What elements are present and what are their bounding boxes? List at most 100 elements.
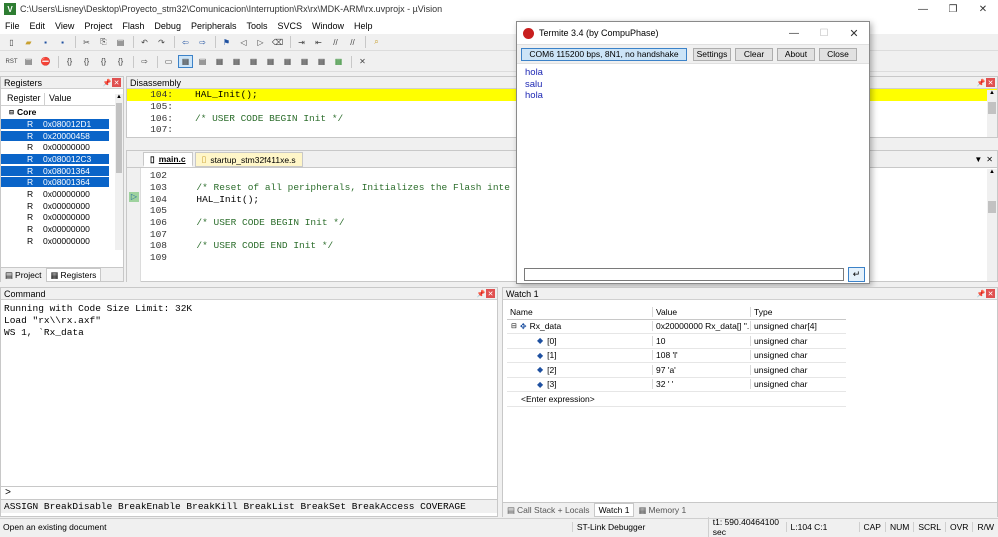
tab-memory-1[interactable]: ▦ Memory 1 [634,503,691,517]
close-panel-icon[interactable]: ✕ [486,289,495,298]
call-stack-window-icon[interactable]: ▦ [229,55,244,68]
close-panel-icon[interactable]: ✕ [986,78,995,87]
step-over-icon[interactable]: {} [79,55,94,68]
nav-forward-icon[interactable]: ⇨ [195,36,210,49]
scroll-thumb[interactable] [988,102,996,114]
termite-close-window-button[interactable]: ✕ [839,27,869,40]
editor-scrollbar[interactable]: ▲ [987,169,997,281]
step-out-icon[interactable]: {} [96,55,111,68]
clear-bookmarks-icon[interactable]: ⌫ [270,36,285,49]
scroll-up-icon[interactable]: ▲ [987,169,997,175]
menu-edit[interactable]: Edit [25,21,51,31]
register-value[interactable]: 0x00000000 [41,224,109,234]
registers-scrollbar[interactable]: ▲ [115,94,123,250]
close-panel-icon[interactable]: ✕ [986,289,995,298]
tab-registers[interactable]: ▦ Registers [45,268,102,282]
register-row[interactable]: R 0x08001364 [1,165,123,177]
reset-icon[interactable]: RST [4,55,19,68]
analysis-window-icon[interactable]: ▦ [297,55,312,68]
menu-flash[interactable]: Flash [117,21,149,31]
watch-window-icon[interactable]: ▦ [246,55,261,68]
watch-row[interactable]: ◆ [3] 32 ' ' unsigned char [507,378,846,392]
redo-icon[interactable]: ↷ [154,36,169,49]
save-icon[interactable]: ▪ [38,36,53,49]
register-value[interactable]: 0x08001364 [41,177,109,188]
watch-value[interactable]: 97 'a' [652,364,750,375]
close-tab-icon[interactable]: ✕ [986,155,993,164]
nav-back-icon[interactable]: ⇦ [178,36,193,49]
watch-row[interactable]: ◆ [1] 108 'l' unsigned char [507,349,846,363]
comment-icon[interactable]: // [328,36,343,49]
menu-debug[interactable]: Debug [149,21,186,31]
tab-project[interactable]: ▤ Project [1,268,46,282]
watch-value[interactable]: 10 [652,335,750,346]
termite-maximize-button[interactable]: ☐ [809,28,839,39]
system-viewer-icon[interactable]: ▦ [331,55,346,68]
tab-watch-1[interactable]: Watch 1 [593,503,635,517]
uncomment-icon[interactable]: // [345,36,360,49]
indent-icon[interactable]: ⇥ [294,36,309,49]
close-window-button[interactable]: ✕ [968,4,998,15]
watch-row[interactable]: ◆ [0] 10 unsigned char [507,334,846,349]
register-row[interactable]: R 0x00000000 [1,141,123,153]
open-folder-icon[interactable]: ▰ [21,36,36,49]
core-group[interactable]: ⊟ Core [1,106,123,118]
trace-window-icon[interactable]: ▦ [314,55,329,68]
command-input-row[interactable]: > [1,486,497,499]
register-row[interactable]: R 0x20000458 [1,130,123,142]
cut-icon[interactable]: ✂ [79,36,94,49]
register-value[interactable]: 0x00000000 [41,201,109,211]
tab-call-stack[interactable]: ▤ Call Stack + Locals [503,503,594,517]
command-window-icon[interactable]: ▭ [161,55,176,68]
menu-help[interactable]: Help [349,21,378,31]
scroll-up-icon[interactable]: ▲ [115,94,123,102]
new-file-icon[interactable]: ▯ [4,36,19,49]
menu-tools[interactable]: Tools [241,21,272,31]
collapse-icon[interactable]: ⊟ [9,109,14,116]
menu-view[interactable]: View [50,21,79,31]
type-column-header[interactable]: Type [750,306,846,317]
register-value[interactable]: 0x00000000 [41,142,109,152]
enter-expression-row[interactable]: <Enter expression> [507,392,846,407]
register-row[interactable]: R 0x080012D1 [1,118,123,130]
watch-row[interactable]: ⊟ ✥ Rx_data 0x20000000 Rx_data[] "... unsign… [507,320,846,334]
find-in-files-icon[interactable]: ⌕ [369,36,384,49]
termite-send-input[interactable] [524,268,844,281]
tab-list-icon[interactable]: ▼ [974,155,982,164]
register-row[interactable]: R 0x00000000 [1,200,123,212]
tab-startup-s[interactable]: ▯ startup_stm32f411xe.s [194,152,303,167]
register-row[interactable]: R 0x08001364 [1,176,123,188]
register-row[interactable]: R 0x080012C3 [1,153,123,165]
scroll-thumb[interactable] [988,201,996,213]
next-bookmark-icon[interactable]: ▷ [253,36,268,49]
minimize-button[interactable]: — [908,4,938,15]
menu-window[interactable]: Window [307,21,349,31]
about-button[interactable]: About [777,47,815,61]
enter-expression[interactable]: <Enter expression> [507,394,652,404]
register-column-header[interactable]: Register [1,93,45,105]
run-to-cursor-icon[interactable]: {} [113,55,128,68]
register-row[interactable]: R 0x00000000 [1,188,123,200]
watch-value[interactable]: 108 'l' [652,350,750,361]
watch-value[interactable]: 0x20000000 Rx_data[] "... [652,321,750,332]
settings-button[interactable]: Settings [693,47,731,61]
value-column-header[interactable]: Value [652,306,750,317]
paste-icon[interactable]: ▤ [113,36,128,49]
tab-main-c[interactable]: ▯ main.c [143,152,193,167]
stop-icon[interactable]: ⛔ [38,55,53,68]
termite-receive-area[interactable]: hola salu hola [517,64,869,262]
register-value[interactable]: 0x08001364 [41,165,109,176]
termite-minimize-button[interactable]: — [779,28,809,39]
pin-icon[interactable]: 📌 [976,79,986,87]
collapse-icon[interactable]: ⊟ [511,322,517,330]
clear-button[interactable]: Clear [735,47,773,61]
menu-svcs[interactable]: SVCS [273,21,308,31]
maximize-button[interactable]: ❐ [938,4,968,15]
pin-icon[interactable]: 📌 [476,290,486,298]
show-next-statement-icon[interactable]: ⇨ [137,55,152,68]
menu-file[interactable]: File [0,21,25,31]
prev-bookmark-icon[interactable]: ◁ [236,36,251,49]
scroll-up-icon[interactable]: ▲ [987,90,997,96]
pin-icon[interactable]: 📌 [102,79,112,87]
watch-value[interactable]: 32 ' ' [652,379,750,390]
